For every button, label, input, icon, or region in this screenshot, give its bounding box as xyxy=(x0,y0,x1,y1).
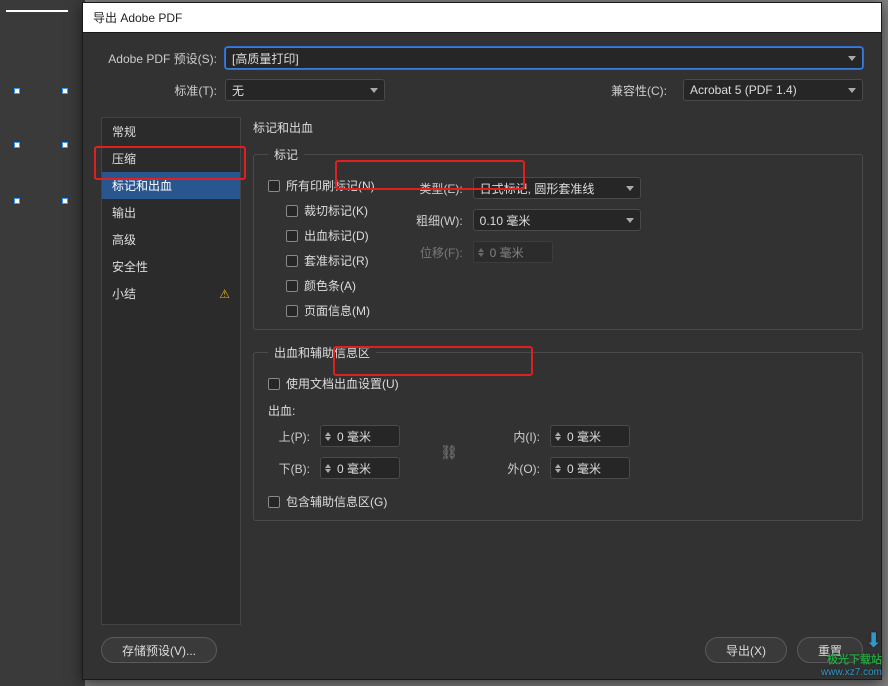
type-label: 类型(E): xyxy=(403,180,463,197)
bleed-fieldset: 出血和辅助信息区 使用文档出血设置(U) 出血: 上(P): 0 毫米 下(B)… xyxy=(253,344,863,521)
standard-select[interactable]: 无 xyxy=(225,79,385,101)
chk-crop[interactable]: 裁切标记(K) xyxy=(286,202,375,219)
content-panel: 标记和出血 标记 所有印刷标记(N) 裁切标记(K) 出血标记(D) 套准标记(… xyxy=(253,117,863,625)
top-form: Adobe PDF 预设(S): [高质量打印] 标准(T): 无 兼容性(C)… xyxy=(83,33,881,117)
chk-pageinfo[interactable]: 页面信息(M) xyxy=(286,302,375,319)
chk-label: 所有印刷标记(N) xyxy=(286,177,375,194)
chevron-down-icon xyxy=(370,88,378,93)
weight-select[interactable]: 0.10 毫米 xyxy=(473,209,641,231)
bleed-bottom-input[interactable]: 0 毫米 xyxy=(320,457,400,479)
preset-label: Adobe PDF 预设(S): xyxy=(101,50,217,67)
chk-label: 使用文档出血设置(U) xyxy=(286,375,399,392)
chk-label: 套准标记(R) xyxy=(304,252,369,269)
sidebar-item-output[interactable]: 输出 xyxy=(102,199,240,226)
offset-value: 0 毫米 xyxy=(490,244,524,261)
save-preset-button[interactable]: 存储预设(V)... xyxy=(101,637,217,663)
compat-value: Acrobat 5 (PDF 1.4) xyxy=(690,83,797,97)
chk-label: 页面信息(M) xyxy=(304,302,370,319)
chk-bleed[interactable]: 出血标记(D) xyxy=(286,227,375,244)
sidebar-item-label: 常规 xyxy=(112,123,136,140)
sidebar-item-security[interactable]: 安全性 xyxy=(102,253,240,280)
chk-registration[interactable]: 套准标记(R) xyxy=(286,252,375,269)
compat-select[interactable]: Acrobat 5 (PDF 1.4) xyxy=(683,79,863,101)
chk-all-marks[interactable]: 所有印刷标记(N) xyxy=(268,177,375,194)
sidebar-item-label: 小结 xyxy=(112,285,136,302)
sidebar-item-label: 压缩 xyxy=(112,150,136,167)
sidebar-item-summary[interactable]: 小结 ⚠ xyxy=(102,280,240,307)
sidebar-item-general[interactable]: 常规 xyxy=(102,118,240,145)
export-button[interactable]: 导出(X) xyxy=(705,637,787,663)
weight-value: 0.10 毫米 xyxy=(480,212,531,229)
preset-select[interactable]: [高质量打印] xyxy=(225,47,863,69)
sidebar-item-label: 标记和出血 xyxy=(112,177,172,194)
type-select[interactable]: 日式标记, 圆形套准线 xyxy=(473,177,641,199)
bleed-outer-input[interactable]: 0 毫米 xyxy=(550,457,630,479)
compat-label: 兼容性(C): xyxy=(611,82,667,99)
standard-label: 标准(T): xyxy=(101,82,217,99)
outer-label: 外(O): xyxy=(498,460,540,477)
chk-label: 出血标记(D) xyxy=(304,227,369,244)
bleed-top-input[interactable]: 0 毫米 xyxy=(320,425,400,447)
bleed-heading: 出血: xyxy=(268,402,848,419)
bleed-legend: 出血和辅助信息区 xyxy=(268,344,376,361)
sidebar-item-marks-bleed[interactable]: 标记和出血 xyxy=(102,172,240,199)
offset-input: 0 毫米 xyxy=(473,241,553,263)
sidebar: 常规 压缩 标记和出血 输出 高级 安全性 小结 ⚠ xyxy=(101,117,241,625)
chevron-down-icon xyxy=(626,186,634,191)
standard-value: 无 xyxy=(232,82,244,99)
chk-slug[interactable]: 包含辅助信息区(G) xyxy=(268,493,848,510)
chk-use-doc-bleed[interactable]: 使用文档出血设置(U) xyxy=(268,375,848,392)
marks-legend: 标记 xyxy=(268,146,304,163)
inner-label: 内(I): xyxy=(498,428,540,445)
offset-label: 位移(F): xyxy=(403,244,463,261)
chevron-down-icon xyxy=(848,56,856,61)
marks-fieldset: 标记 所有印刷标记(N) 裁切标记(K) 出血标记(D) 套准标记(R) 颜色条… xyxy=(253,146,863,330)
weight-label: 粗细(W): xyxy=(403,212,463,229)
sidebar-item-label: 安全性 xyxy=(112,258,148,275)
bottom-label: 下(B): xyxy=(268,460,310,477)
titlebar[interactable]: 导出 Adobe PDF xyxy=(83,3,881,33)
sidebar-item-compression[interactable]: 压缩 xyxy=(102,145,240,172)
bleed-inner-input[interactable]: 0 毫米 xyxy=(550,425,630,447)
chevron-down-icon xyxy=(848,88,856,93)
sidebar-item-label: 输出 xyxy=(112,204,136,221)
preset-value: [高质量打印] xyxy=(232,50,299,67)
window-title: 导出 Adobe PDF xyxy=(93,9,182,26)
sidebar-item-label: 高级 xyxy=(112,231,136,248)
link-icon[interactable]: ⛓ xyxy=(440,437,458,467)
chk-label: 包含辅助信息区(G) xyxy=(286,493,387,510)
type-value: 日式标记, 圆形套准线 xyxy=(480,180,595,197)
chevron-down-icon xyxy=(626,218,634,223)
footer: 存储预设(V)... 导出(X) 重置 xyxy=(83,625,881,679)
panel-title: 标记和出血 xyxy=(253,119,863,136)
sidebar-item-advanced[interactable]: 高级 xyxy=(102,226,240,253)
top-label: 上(P): xyxy=(268,428,310,445)
reset-button[interactable]: 重置 xyxy=(797,637,863,663)
chk-colorbar[interactable]: 颜色条(A) xyxy=(286,277,375,294)
chk-label: 裁切标记(K) xyxy=(304,202,368,219)
chk-label: 颜色条(A) xyxy=(304,277,356,294)
export-pdf-dialog: 导出 Adobe PDF Adobe PDF 预设(S): [高质量打印] 标准… xyxy=(82,2,882,680)
warning-icon: ⚠ xyxy=(219,287,230,301)
